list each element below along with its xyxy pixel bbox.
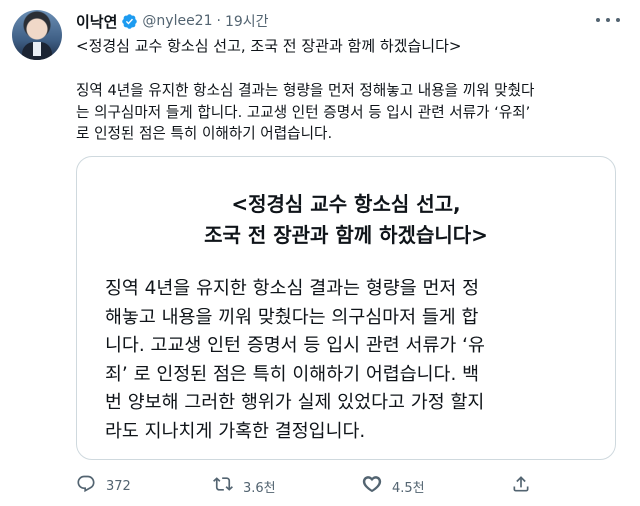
card-body-line: 번 양보해 그러한 행위가 실제 있었다고 가정 할지 [105, 392, 485, 414]
tweet-text-line: 징역 4년을 유지한 항소심 결과는 형량을 먼저 정해놓고 내용을 끼워 맞췄… [76, 82, 535, 99]
card-body-line: 라도 지나치게 가혹한 결정입니다. [105, 420, 366, 442]
retweet-icon [213, 474, 233, 498]
share-button[interactable] [511, 472, 541, 500]
card-body: 징역 4년을 유지한 항소심 결과는 형량을 먼저 정 해놓고 내용을 끼워 맞… [105, 275, 595, 447]
retweet-button[interactable]: 3.6천 [213, 472, 276, 500]
share-icon [511, 474, 531, 498]
more-icon[interactable] [596, 12, 620, 28]
retweet-count: 3.6천 [243, 480, 276, 496]
tweet-title: <정경심 교수 항소심 선고, 조국 전 장관과 함께 하겠습니다> [76, 37, 462, 55]
like-button[interactable]: 4.5천 [362, 472, 425, 500]
like-icon [362, 474, 382, 498]
separator-dot: · [216, 13, 221, 29]
verified-icon [121, 13, 138, 30]
author-handle[interactable]: @nylee21 [142, 13, 212, 29]
author-name[interactable]: 이낙연 [76, 11, 117, 32]
card-title-line: 조국 전 장관과 함께 하겠습니다> [204, 223, 488, 247]
card-body-line: 죄’ 로 인정된 점은 특히 이해하기 어렵습니다. 백 [105, 363, 480, 385]
card-body-line: 니다. 고교생 인턴 증명서 등 입시 관련 서류가 ‘유 [105, 335, 485, 357]
more-dot [606, 18, 610, 22]
reply-icon [76, 474, 96, 498]
author-avatar[interactable] [12, 10, 62, 60]
card-body-line: 해놓고 내용을 끼워 맞췄다는 의구심마저 들게 합 [105, 306, 479, 328]
reply-count: 372 [106, 478, 131, 494]
card-body-line: 징역 4년을 유지한 항소심 결과는 형량을 먼저 정 [105, 278, 480, 299]
card-title-line: <정경심 교수 항소심 선고, [231, 192, 461, 216]
tweet-header: 이낙연 @nylee21 · 19시간 [76, 10, 269, 32]
like-count: 4.5천 [392, 480, 425, 496]
tweet-timestamp[interactable]: 19시간 [225, 11, 269, 31]
tweet-actions: 372 3.6천 4.5천 [76, 472, 616, 500]
tweet-text-line: 는 의구심마저 들게 합니다. 고교생 인턴 증명서 등 입시 관련 서류가 ‘… [76, 103, 531, 121]
reply-button[interactable]: 372 [76, 472, 131, 500]
tweet-text: 징역 4년을 유지한 항소심 결과는 형량을 먼저 정해놓고 내용을 끼워 맞췄… [76, 80, 624, 145]
card-title: <정경심 교수 항소심 선고, 조국 전 장관과 함께 하겠습니다> [77, 189, 615, 251]
tweet-text-line: 로 인정된 점은 특히 이해하기 어렵습니다. [76, 125, 333, 142]
image-card[interactable]: <정경심 교수 항소심 선고, 조국 전 장관과 함께 하겠습니다> 징역 4년… [76, 156, 616, 460]
more-dot [596, 18, 600, 22]
avatar-shirt [33, 42, 41, 56]
more-dot [616, 18, 620, 22]
